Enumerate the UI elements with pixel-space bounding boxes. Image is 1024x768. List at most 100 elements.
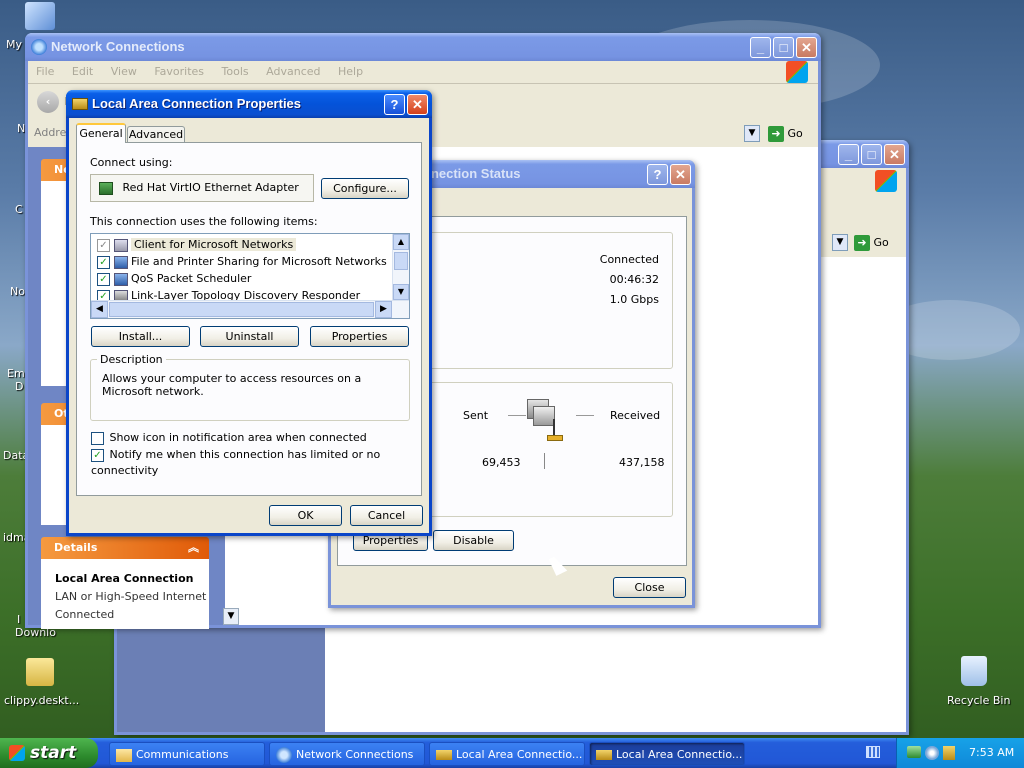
keyboard-icon[interactable] <box>866 746 880 758</box>
menu-edit[interactable]: Edit <box>72 65 93 78</box>
scroll-thumb[interactable] <box>394 252 408 270</box>
connection-properties-titlebar[interactable]: Local Area Connection Properties ? ✕ <box>66 90 432 118</box>
volume-tray-icon[interactable] <box>925 746 939 760</box>
description-title: Description <box>97 353 166 366</box>
item-properties-button[interactable]: Properties <box>310 326 409 347</box>
details-type: LAN or High-Speed Internet <box>55 590 207 603</box>
show-icon-checkbox[interactable] <box>91 431 104 445</box>
address-dropdown-icon[interactable]: ▼ <box>744 125 760 142</box>
network-adapter-icon <box>99 181 113 195</box>
notify-checkbox[interactable]: ✓ <box>91 448 104 462</box>
address-dropdown-icon[interactable]: ▼ <box>832 234 848 251</box>
minimize-button[interactable]: _ <box>750 37 771 58</box>
desktop-icon-recycle-bin[interactable]: Recycle Bin <box>934 656 1014 707</box>
show-icon-option[interactable]: Show icon in notification area when conn… <box>91 430 367 446</box>
maximize-button[interactable]: □ <box>861 144 882 165</box>
menu-help[interactable]: Help <box>338 65 363 78</box>
close-button[interactable]: ✕ <box>796 37 817 58</box>
start-button[interactable]: start <box>0 738 98 768</box>
tab-label: General <box>79 127 123 140</box>
scroll-thumb[interactable] <box>109 302 374 317</box>
network-icon <box>276 747 292 763</box>
network-activity-icon <box>527 397 563 445</box>
connection-values: Connected 00:46:32 1.0 Gbps <box>600 250 659 310</box>
taskbar: start Communications Network Connections… <box>0 738 1024 768</box>
disable-button[interactable]: Disable <box>433 530 514 551</box>
menu-bar: File Edit View Favorites Tools Advanced … <box>36 63 377 81</box>
list-item[interactable]: ✓ Client for Microsoft Networks <box>91 236 391 253</box>
second-go-button[interactable]: ➜ Go <box>854 233 904 253</box>
go-button[interactable]: ➜ Go <box>768 124 818 144</box>
menu-advanced[interactable]: Advanced <box>266 65 320 78</box>
window-title: nnection Status <box>423 166 521 181</box>
task-local-area-connection-status[interactable]: Local Area Connectio... <box>429 742 585 766</box>
task-label: Communications <box>136 748 229 761</box>
close-button[interactable]: ✕ <box>670 164 691 185</box>
list-item[interactable]: ✓ File and Printer Sharing for Microsoft … <box>91 253 391 270</box>
cancel-button[interactable]: Cancel <box>350 505 423 526</box>
notify-option[interactable]: ✓ Notify me when this connection has lim… <box>91 447 429 479</box>
maximize-button[interactable]: □ <box>773 37 794 58</box>
desktop-icon-clippy[interactable]: clippy.deskt... <box>0 658 80 707</box>
tab-label: Advanced <box>128 128 184 141</box>
lan-tray-icon[interactable] <box>943 746 955 760</box>
vertical-scrollbar[interactable]: ▲ ▼ <box>392 234 409 300</box>
task-communications[interactable]: Communications <box>109 742 265 766</box>
clock[interactable]: 7:53 AM <box>969 738 1014 768</box>
minimize-button[interactable]: _ <box>838 144 859 165</box>
item-checkbox[interactable]: ✓ <box>97 272 110 286</box>
received-bytes-value: 437,158 <box>619 456 665 469</box>
task-network-connections[interactable]: Network Connections <box>269 742 425 766</box>
adapter-name: Red Hat VirtIO Ethernet Adapter <box>122 181 299 194</box>
ok-button[interactable]: OK <box>269 505 342 526</box>
help-button[interactable]: ? <box>384 94 405 115</box>
go-label: Go <box>873 236 889 249</box>
task-local-area-connection-properties[interactable]: Local Area Connectio... <box>589 742 745 766</box>
menu-favorites[interactable]: Favorites <box>154 65 204 78</box>
horizontal-scrollbar[interactable]: ◀ ▶ <box>91 300 409 318</box>
my-computer-icon <box>25 2 55 30</box>
item-checkbox[interactable]: ✓ <box>97 238 110 252</box>
menu-file[interactable]: File <box>36 65 54 78</box>
help-button[interactable]: ? <box>647 164 668 185</box>
connection-duration-value: 00:46:32 <box>609 273 659 286</box>
tab-advanced[interactable]: Advanced <box>127 126 185 143</box>
menu-divider <box>28 83 818 84</box>
close-button[interactable]: ✕ <box>884 144 905 165</box>
scroll-down-icon[interactable]: ▼ <box>223 608 239 625</box>
desktop-icon-my-computer[interactable]: My <box>0 2 80 51</box>
install-button[interactable]: Install... <box>91 326 190 347</box>
uninstall-button[interactable]: Uninstall <box>200 326 299 347</box>
windows-logo-icon <box>786 61 808 83</box>
sharing-icon <box>114 255 128 269</box>
network-tray-icon[interactable] <box>907 746 921 758</box>
collapse-chevron-icon[interactable]: ︽ <box>188 537 199 559</box>
list-item[interactable]: ✓ QoS Packet Scheduler <box>91 270 391 287</box>
connection-status-value: Connected <box>599 253 659 266</box>
windows-logo-icon <box>875 170 897 192</box>
lan-icon <box>596 750 612 760</box>
task-label: Local Area Connectio... <box>616 748 743 761</box>
configure-button[interactable]: Configure... <box>321 178 409 199</box>
lan-icon <box>72 98 88 110</box>
sidebar-section-details[interactable]: Details ︽ <box>41 537 209 559</box>
menu-view[interactable]: View <box>111 65 137 78</box>
sent-bytes-value: 69,453 <box>482 456 521 469</box>
scroll-left-icon[interactable]: ◀ <box>91 301 108 318</box>
scroll-down-icon[interactable]: ▼ <box>393 284 409 300</box>
item-label: File and Printer Sharing for Microsoft N… <box>131 255 387 268</box>
close-button[interactable]: ✕ <box>407 94 428 115</box>
desktop-partial-label: N <box>17 122 26 135</box>
close-dialog-button[interactable]: Close <box>613 577 686 598</box>
menu-tools[interactable]: Tools <box>222 65 249 78</box>
back-arrow-icon[interactable]: ‹ <box>37 91 59 113</box>
connect-using-label: Connect using: <box>90 156 173 169</box>
connection-properties-dialog: Local Area Connection Properties ? ✕ Gen… <box>66 90 432 536</box>
desktop-partial-label: Em <box>7 367 25 380</box>
scroll-up-icon[interactable]: ▲ <box>393 234 409 250</box>
client-icon <box>114 238 128 252</box>
tab-general[interactable]: General <box>76 123 126 143</box>
scroll-right-icon[interactable]: ▶ <box>375 301 392 318</box>
item-checkbox[interactable]: ✓ <box>97 255 110 269</box>
network-connections-titlebar[interactable]: Network Connections _ □ ✕ <box>25 33 821 61</box>
